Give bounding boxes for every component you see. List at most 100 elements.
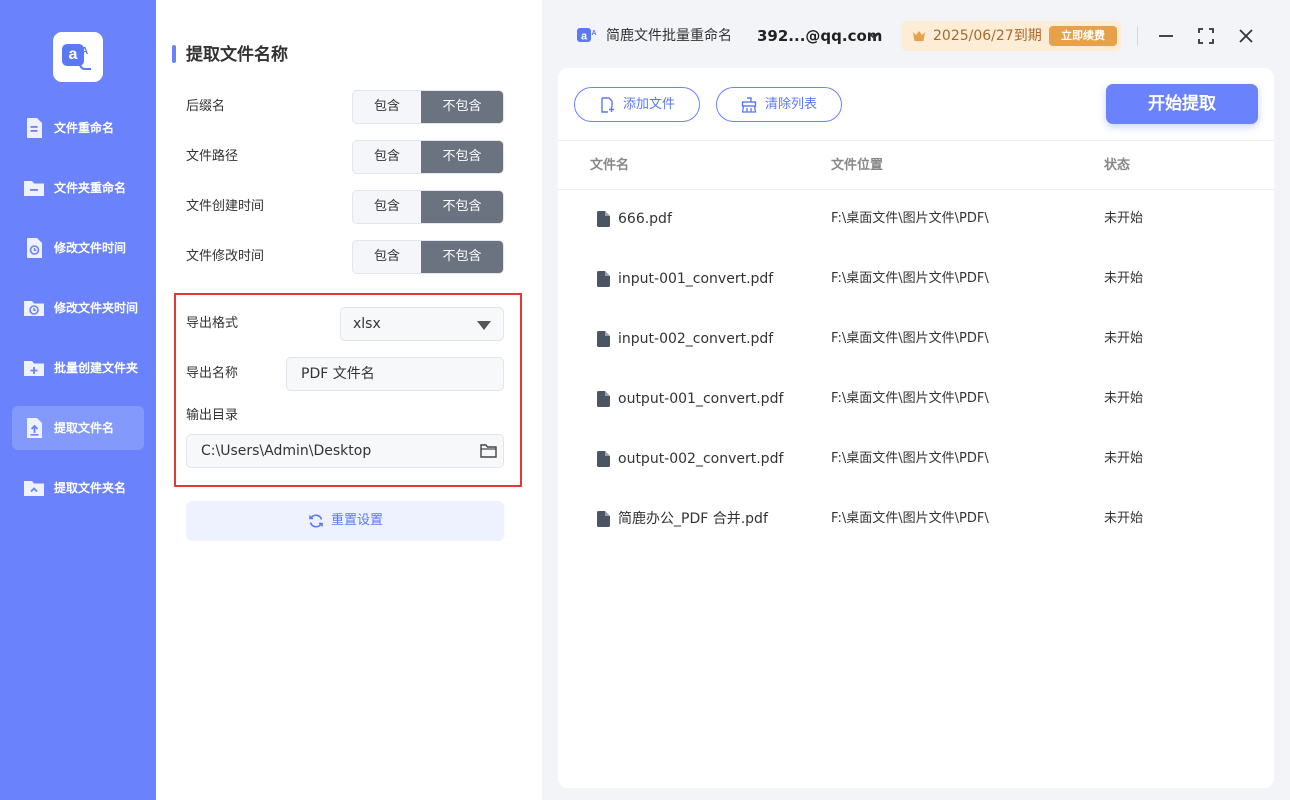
sidebar-item-rename-file[interactable]: 文件重命名 [12, 106, 144, 150]
option-label-extension: 后缀名 [186, 99, 226, 114]
sidebar-item-create-folder[interactable]: 批量创建文件夹 [12, 346, 144, 390]
sidebar-item-label: 提取文件夹名 [54, 481, 127, 495]
sidebar: aA 文件重命名 文件夹重命名 修改文件时间 修改文件夹时间 批量创建文件夹 提… [0, 0, 156, 800]
file-status: 未开始 [1104, 511, 1144, 526]
export-format-value: xlsx [353, 316, 381, 332]
file-name: input-002_convert.pdf [618, 331, 774, 347]
page-title: 提取文件名称 [186, 45, 288, 65]
reset-settings-button[interactable]: 重置设置 [186, 501, 504, 541]
exclude-option[interactable]: 不包含 [421, 141, 503, 173]
export-name-input[interactable]: PDF 文件名 [286, 357, 504, 391]
file-location: F:\桌面文件\图片文件\PDF\ [831, 271, 989, 286]
sidebar-item-extract-filename[interactable]: 提取文件名 [12, 406, 144, 450]
clear-list-button[interactable]: 清除列表 [716, 87, 842, 122]
add-file-button[interactable]: 添加文件 [574, 87, 700, 122]
table-row[interactable]: output-001_convert.pdf F:\桌面文件\图片文件\PDF\… [558, 370, 1274, 430]
app-logo: aA [53, 32, 103, 82]
svg-text:A: A [591, 30, 596, 37]
column-header-filename: 文件名 [590, 158, 630, 173]
include-option[interactable]: 包含 [353, 191, 421, 223]
file-location: F:\桌面文件\图片文件\PDF\ [831, 331, 989, 346]
folder-browse-icon[interactable] [480, 443, 497, 458]
exclude-option[interactable]: 不包含 [421, 241, 503, 273]
include-option[interactable]: 包含 [353, 141, 421, 173]
app-name: 简鹿文件批量重命名 [606, 28, 732, 44]
option-label-created-time: 文件创建时间 [186, 199, 265, 214]
option-label-path: 文件路径 [186, 149, 239, 164]
file-status: 未开始 [1104, 271, 1144, 286]
file-icon [597, 391, 610, 407]
sidebar-item-folder-time[interactable]: 修改文件夹时间 [12, 286, 144, 330]
exclude-option[interactable]: 不包含 [421, 91, 503, 123]
sidebar-item-label: 修改文件时间 [54, 241, 127, 255]
vip-crown-icon [913, 31, 925, 41]
exclude-option[interactable]: 不包含 [421, 191, 503, 223]
column-header-status: 状态 [1104, 158, 1131, 173]
start-extract-button[interactable]: 开始提取 [1106, 84, 1258, 124]
extract-foldername-icon [24, 481, 44, 496]
maximize-icon[interactable] [1196, 26, 1216, 46]
file-location: F:\桌面文件\图片文件\PDF\ [831, 211, 989, 226]
output-dir-input[interactable]: C:\Users\Admin\Desktop [186, 434, 504, 468]
refresh-icon [309, 514, 323, 528]
table-row[interactable]: 666.pdf F:\桌面文件\图片文件\PDF\ 未开始 [558, 190, 1274, 250]
renew-button[interactable]: 立即续费 [1049, 26, 1117, 46]
close-icon[interactable] [1236, 26, 1256, 46]
file-name: 简鹿办公_PDF 合并.pdf [618, 511, 768, 527]
file-status: 未开始 [1104, 331, 1144, 346]
dropdown-arrow-icon [477, 321, 491, 330]
toggle-modified-time: 包含 不包含 [352, 240, 504, 274]
sidebar-item-label: 文件重命名 [54, 121, 115, 135]
file-icon [597, 331, 610, 347]
output-dir-value: C:\Users\Admin\Desktop [201, 443, 372, 459]
sidebar-item-label: 文件夹重命名 [54, 181, 127, 195]
divider [558, 140, 1274, 141]
table-row[interactable]: 简鹿办公_PDF 合并.pdf F:\桌面文件\图片文件\PDF\ 未开始 [558, 490, 1274, 550]
rename-file-icon [27, 118, 42, 138]
export-format-label: 导出格式 [186, 316, 239, 331]
sidebar-item-label: 修改文件夹时间 [54, 301, 139, 315]
sidebar-item-label: 批量创建文件夹 [54, 361, 139, 375]
output-dir-label: 输出目录 [186, 408, 239, 423]
toggle-extension: 包含 不包含 [352, 90, 504, 124]
svg-text:a: a [581, 31, 588, 43]
table-row[interactable]: input-001_convert.pdf F:\桌面文件\图片文件\PDF\ … [558, 250, 1274, 310]
rename-folder-icon [24, 181, 44, 196]
file-location: F:\桌面文件\图片文件\PDF\ [831, 391, 989, 406]
minimize-icon[interactable] [1156, 26, 1176, 46]
file-icon [597, 451, 610, 467]
file-icon [597, 271, 610, 287]
clear-list-icon [741, 97, 757, 113]
file-location: F:\桌面文件\图片文件\PDF\ [831, 451, 989, 466]
add-file-label: 添加文件 [623, 97, 676, 112]
sidebar-item-file-time[interactable]: 修改文件时间 [12, 226, 144, 270]
table-row[interactable]: input-002_convert.pdf F:\桌面文件\图片文件\PDF\ … [558, 310, 1274, 370]
clear-list-label: 清除列表 [765, 97, 818, 112]
chevron-down-icon[interactable] [868, 30, 880, 42]
divider [1137, 26, 1138, 46]
table-row[interactable]: output-002_convert.pdf F:\桌面文件\图片文件\PDF\… [558, 430, 1274, 490]
expiry-date: 2025/06/27到期 [933, 28, 1042, 44]
export-name-label: 导出名称 [186, 366, 239, 381]
export-format-select[interactable]: xlsx [340, 307, 504, 341]
app-icon: aA [577, 28, 597, 43]
file-icon [597, 211, 610, 227]
file-name: output-002_convert.pdf [618, 451, 784, 467]
file-name: 666.pdf [618, 211, 672, 227]
toggle-created-time: 包含 不包含 [352, 190, 504, 224]
extract-filename-icon [27, 418, 42, 438]
include-option[interactable]: 包含 [353, 91, 421, 123]
file-status: 未开始 [1104, 391, 1144, 406]
sidebar-item-rename-folder[interactable]: 文件夹重命名 [12, 166, 144, 210]
title-accent-bar [172, 45, 176, 63]
folder-time-icon [24, 301, 44, 316]
file-name: output-001_convert.pdf [618, 391, 784, 407]
file-status: 未开始 [1104, 451, 1144, 466]
vip-badge: 2025/06/27到期 立即续费 [901, 21, 1121, 51]
file-location: F:\桌面文件\图片文件\PDF\ [831, 511, 989, 526]
column-header-location: 文件位置 [831, 158, 884, 173]
include-option[interactable]: 包含 [353, 241, 421, 273]
sidebar-item-extract-foldername[interactable]: 提取文件夹名 [12, 466, 144, 510]
user-account[interactable]: 392...@qq.com [757, 26, 882, 46]
create-folder-icon [24, 361, 44, 376]
